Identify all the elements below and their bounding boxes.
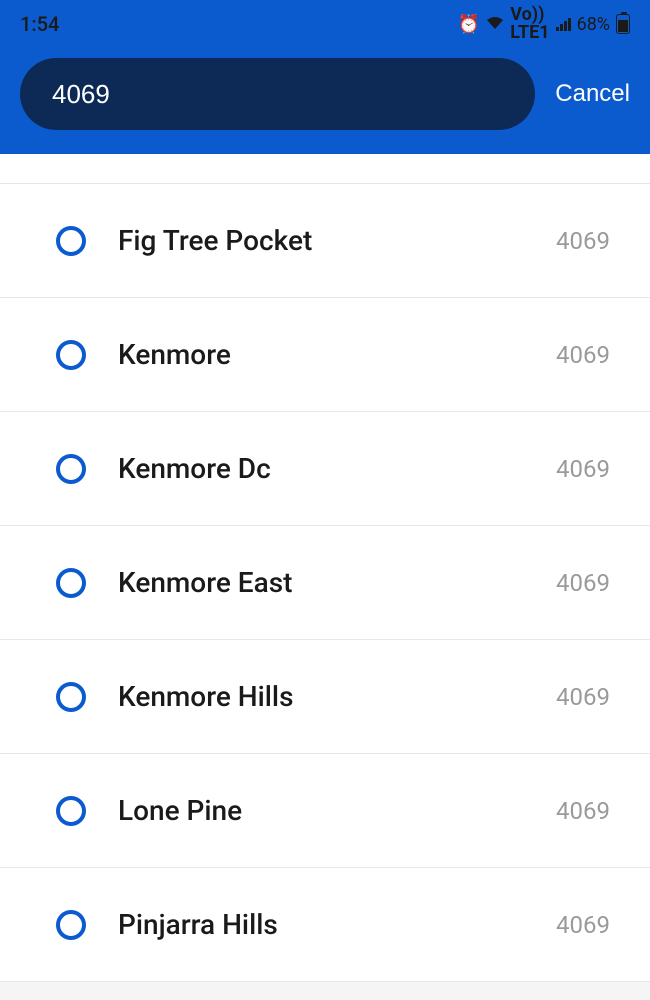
list-item[interactable]: Lone Pine 4069 <box>0 754 650 868</box>
postcode: 4069 <box>556 569 610 597</box>
radio-icon[interactable] <box>56 340 86 370</box>
suburb-name: Lone Pine <box>118 794 556 827</box>
search-input[interactable] <box>52 79 503 110</box>
radio-icon[interactable] <box>56 796 86 826</box>
suburb-name: Fig Tree Pocket <box>118 224 556 257</box>
postcode: 4069 <box>556 227 610 255</box>
cancel-button[interactable]: Cancel <box>555 80 630 108</box>
radio-icon[interactable] <box>56 910 86 940</box>
suburb-name: Kenmore <box>118 338 556 371</box>
radio-icon[interactable] <box>56 454 86 484</box>
list-item[interactable]: Kenmore Dc 4069 <box>0 412 650 526</box>
postcode: 4069 <box>556 455 610 483</box>
battery-icon <box>616 14 630 34</box>
radio-icon[interactable] <box>56 682 86 712</box>
search-header: Cancel <box>0 48 650 154</box>
radio-icon[interactable] <box>56 226 86 256</box>
suburb-name: Kenmore East <box>118 566 556 599</box>
postcode: 4069 <box>556 341 610 369</box>
postcode: 4069 <box>556 683 610 711</box>
status-indicators: ⏰ Vo))LTE1 68% <box>458 6 630 42</box>
results-list: Fig Tree Pocket 4069 Kenmore 4069 Kenmor… <box>0 184 650 982</box>
list-spacer <box>0 154 650 184</box>
postcode: 4069 <box>556 797 610 825</box>
suburb-name: Kenmore Hills <box>118 680 556 713</box>
status-time: 1:54 <box>20 12 59 36</box>
postcode: 4069 <box>556 911 610 939</box>
battery-pct: 68% <box>577 14 610 35</box>
wifi-icon <box>486 14 504 35</box>
status-bar: 1:54 ⏰ Vo))LTE1 68% <box>0 0 650 48</box>
list-item[interactable]: Kenmore Hills 4069 <box>0 640 650 754</box>
alarm-icon: ⏰ <box>458 14 480 35</box>
list-item[interactable]: Kenmore East 4069 <box>0 526 650 640</box>
suburb-name: Kenmore Dc <box>118 452 556 485</box>
list-item[interactable]: Pinjarra Hills 4069 <box>0 868 650 982</box>
network-type-label: Vo))LTE1 <box>510 6 549 42</box>
search-field-container[interactable] <box>20 58 535 130</box>
signal-icon <box>556 17 571 31</box>
radio-icon[interactable] <box>56 568 86 598</box>
list-item[interactable]: Fig Tree Pocket 4069 <box>0 184 650 298</box>
list-item[interactable]: Kenmore 4069 <box>0 298 650 412</box>
suburb-name: Pinjarra Hills <box>118 908 556 941</box>
